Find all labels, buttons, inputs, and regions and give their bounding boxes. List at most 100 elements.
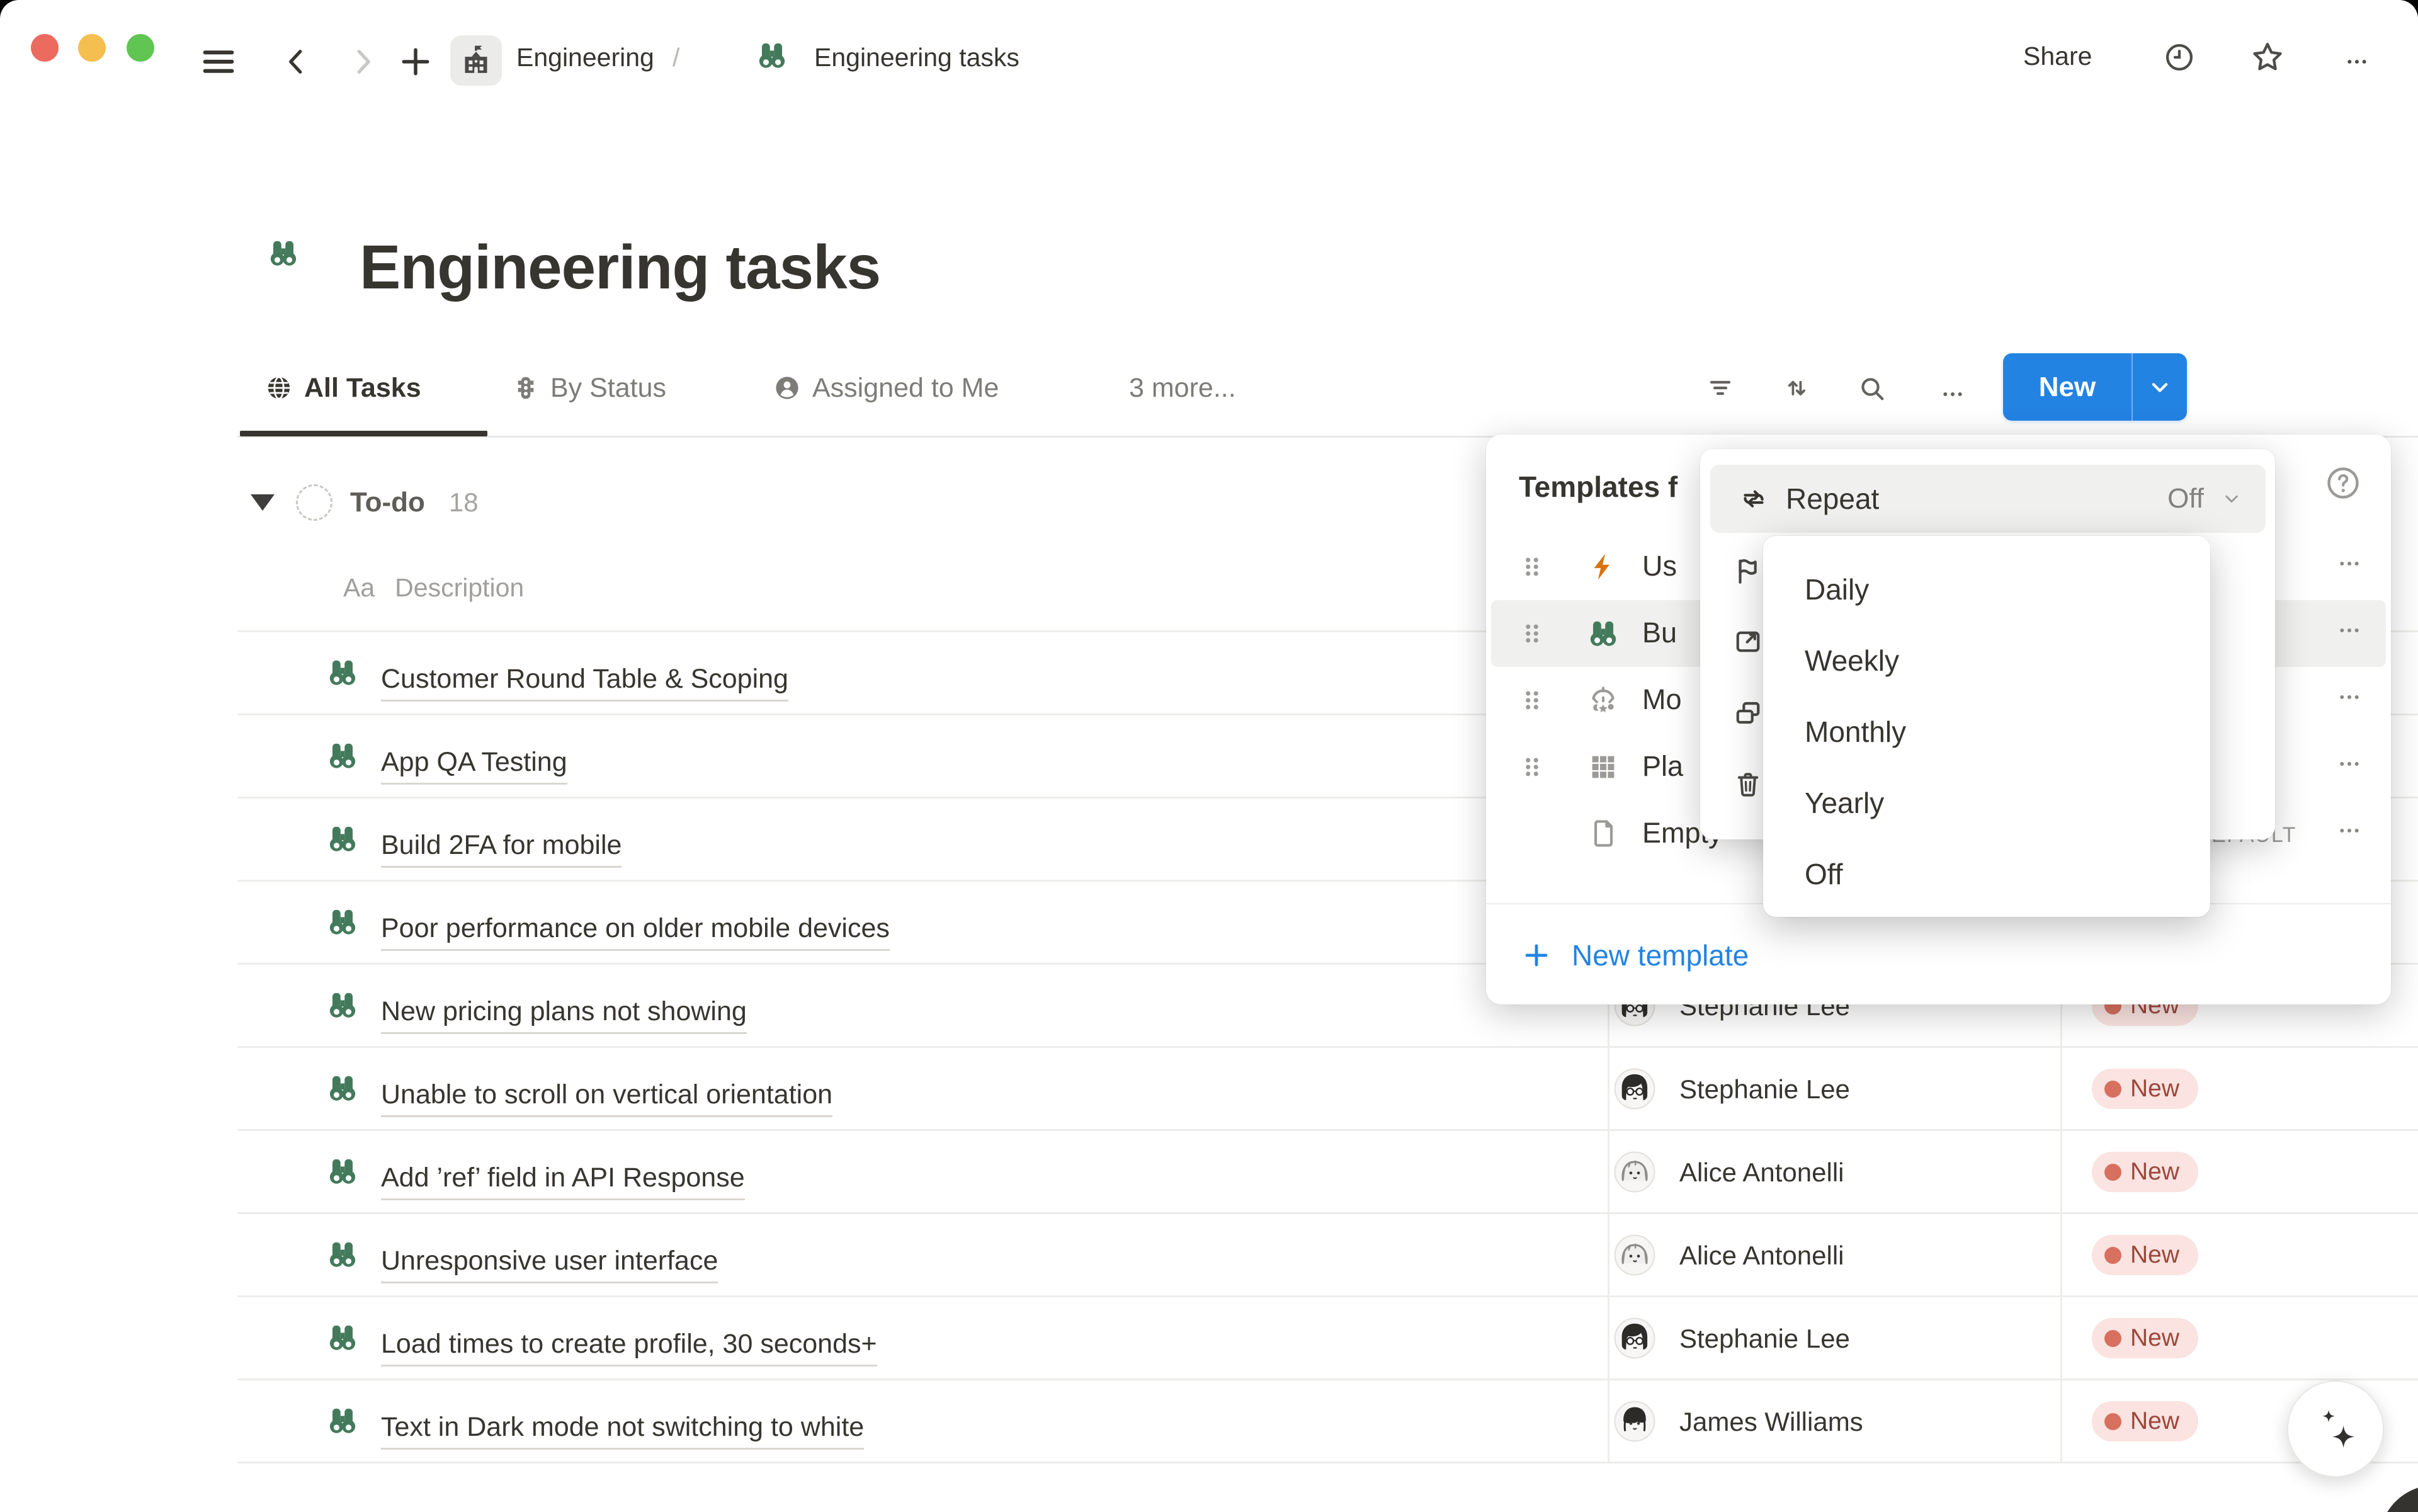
group-header-todo[interactable]: To-do 18 bbox=[251, 482, 479, 523]
back-icon[interactable] bbox=[279, 42, 314, 82]
new-button[interactable]: New bbox=[2003, 353, 2187, 421]
template-more-icon[interactable] bbox=[2329, 818, 2366, 850]
binoculars-icon bbox=[326, 1072, 360, 1106]
tab-assigned-to-me[interactable]: Assigned to Me bbox=[772, 370, 999, 406]
task-title[interactable]: Add ’ref’ field in API Response bbox=[381, 1162, 745, 1200]
tab-by-status[interactable]: By Status bbox=[511, 370, 666, 406]
share-button[interactable]: Share bbox=[2023, 42, 2092, 71]
template-more-icon[interactable] bbox=[2329, 618, 2366, 649]
status-badge[interactable]: New bbox=[2092, 1318, 2198, 1358]
text-type-icon: Aa bbox=[343, 573, 375, 603]
task-title[interactable]: Build 2FA for mobile bbox=[381, 830, 622, 868]
menu-item-weekly[interactable]: Weekly bbox=[1763, 625, 2210, 696]
table-row[interactable]: Load times to create profile, 30 seconds… bbox=[237, 1297, 2418, 1380]
new-button-label: New bbox=[2003, 353, 2131, 421]
more-options-icon[interactable] bbox=[2336, 49, 2378, 74]
status-dot-icon bbox=[2104, 1164, 2121, 1181]
task-title[interactable]: App QA Testing bbox=[381, 747, 567, 785]
traffic-light-close-button[interactable] bbox=[31, 34, 59, 62]
breadcrumb-space[interactable]: Engineering bbox=[516, 43, 654, 72]
repeat-menu-item[interactable]: Repeat Off bbox=[1710, 465, 2266, 533]
task-title[interactable]: Customer Round Table & Scoping bbox=[381, 664, 788, 702]
status-label: New bbox=[2130, 1158, 2179, 1186]
template-label: Mo bbox=[1642, 683, 1682, 716]
traffic-light-zoom-button[interactable] bbox=[127, 34, 154, 62]
task-title[interactable]: Text in Dark mode not switching to white bbox=[381, 1412, 864, 1450]
column-header-description[interactable]: Aa Description bbox=[343, 570, 524, 605]
repeat-icon bbox=[1738, 483, 1769, 514]
sort-icon[interactable] bbox=[1781, 373, 1812, 403]
menu-item-daily[interactable]: Daily bbox=[1763, 554, 2210, 625]
tab-all-tasks[interactable]: All Tasks bbox=[264, 370, 421, 406]
task-title[interactable]: Poor performance on older mobile devices bbox=[381, 913, 890, 951]
menu-item-yearly[interactable]: Yearly bbox=[1763, 767, 2210, 838]
menu-item-label: Yearly bbox=[1805, 786, 1884, 820]
tab-more-views[interactable]: 3 more... bbox=[1129, 370, 1236, 406]
status-badge[interactable]: New bbox=[2092, 1069, 2198, 1109]
binoculars-icon bbox=[1587, 617, 1620, 650]
status-label: New bbox=[2130, 1324, 2179, 1352]
status-label: New bbox=[2130, 1407, 2179, 1435]
traffic-light-minimize-button[interactable] bbox=[78, 34, 106, 62]
new-page-icon[interactable] bbox=[397, 42, 434, 82]
assignee-name[interactable]: Stephanie Lee bbox=[1679, 1324, 1850, 1354]
status-board-icon bbox=[511, 372, 540, 404]
trash-icon[interactable] bbox=[1732, 768, 1764, 800]
new-button-dropdown[interactable] bbox=[2133, 353, 2187, 421]
status-badge[interactable]: New bbox=[2092, 1235, 2198, 1275]
binoculars-icon bbox=[326, 989, 360, 1023]
duplicate-icon[interactable] bbox=[1732, 697, 1764, 729]
binoculars-icon bbox=[326, 656, 360, 690]
help-bubble-peek[interactable] bbox=[2379, 1485, 2418, 1512]
drag-handle-icon[interactable] bbox=[1516, 751, 1548, 783]
status-label: New bbox=[2130, 1241, 2179, 1269]
workspace-icon[interactable] bbox=[450, 35, 502, 86]
updates-clock-icon[interactable] bbox=[2162, 40, 2196, 74]
assignee-name[interactable]: Alice Antonelli bbox=[1679, 1241, 1844, 1271]
drag-handle-icon[interactable] bbox=[1516, 618, 1548, 649]
menu-item-label: Daily bbox=[1805, 572, 1869, 606]
avatar bbox=[1614, 1151, 1655, 1193]
task-title[interactable]: Unable to scroll on vertical orientation bbox=[381, 1079, 832, 1117]
drag-handle-icon[interactable] bbox=[1516, 551, 1548, 583]
task-title[interactable]: Load times to create profile, 30 seconds… bbox=[381, 1329, 877, 1367]
assignee-name[interactable]: Alice Antonelli bbox=[1679, 1157, 1844, 1188]
lightning-icon bbox=[1587, 550, 1620, 583]
tab-label: Assigned to Me bbox=[812, 373, 999, 404]
menu-item-monthly[interactable]: Monthly bbox=[1763, 696, 2210, 767]
view-options-icon[interactable] bbox=[1932, 382, 1973, 407]
repeat-value[interactable]: Off bbox=[2167, 483, 2204, 514]
template-more-icon[interactable] bbox=[2329, 751, 2366, 783]
table-row[interactable]: Unable to scroll on vertical orientation… bbox=[237, 1048, 2418, 1131]
status-badge[interactable]: New bbox=[2092, 1401, 2198, 1441]
person-icon bbox=[772, 373, 802, 403]
search-icon[interactable] bbox=[1856, 373, 1888, 404]
task-title[interactable]: Unresponsive user interface bbox=[381, 1246, 718, 1283]
ai-sparkle-button[interactable] bbox=[2287, 1380, 2384, 1477]
sidebar-menu-icon[interactable] bbox=[198, 42, 239, 82]
status-badge[interactable]: New bbox=[2092, 1152, 2198, 1192]
assignee-name[interactable]: James Williams bbox=[1679, 1407, 1863, 1437]
task-title[interactable]: New pricing plans not showing bbox=[381, 996, 747, 1034]
flag-icon[interactable] bbox=[1732, 555, 1764, 586]
status-label: New bbox=[2130, 1075, 2179, 1103]
filter-icon[interactable] bbox=[1705, 373, 1735, 403]
template-more-icon[interactable] bbox=[2329, 685, 2366, 716]
breadcrumb-page[interactable]: Engineering tasks bbox=[814, 43, 1019, 72]
help-icon[interactable] bbox=[2324, 463, 2363, 503]
table-row[interactable]: Unresponsive user interface Alice Antone… bbox=[237, 1214, 2418, 1297]
forward-icon[interactable] bbox=[345, 42, 380, 82]
binoculars-icon bbox=[756, 39, 788, 72]
favorite-star-icon[interactable] bbox=[2249, 39, 2286, 76]
table-row[interactable]: Text in Dark mode not switching to white… bbox=[237, 1380, 2418, 1464]
template-more-icon[interactable] bbox=[2329, 551, 2366, 583]
avatar bbox=[1614, 1401, 1655, 1442]
new-template-button[interactable]: New template bbox=[1521, 936, 1749, 975]
edit-icon[interactable] bbox=[1732, 626, 1764, 657]
menu-item-off[interactable]: Off bbox=[1763, 838, 2210, 909]
table-row[interactable]: Add ’ref’ field in API Response Alice An… bbox=[237, 1131, 2418, 1214]
drag-handle-icon[interactable] bbox=[1516, 685, 1548, 716]
assignee-name[interactable]: Stephanie Lee bbox=[1679, 1074, 1850, 1105]
collapse-triangle-icon[interactable] bbox=[251, 494, 275, 511]
template-label: Us bbox=[1642, 550, 1677, 583]
